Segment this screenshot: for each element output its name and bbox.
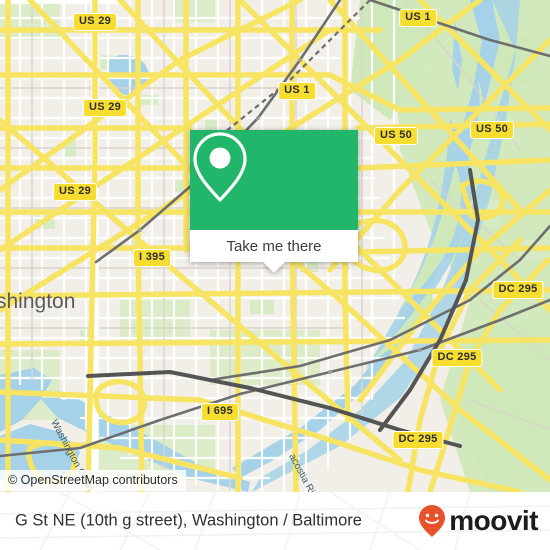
moovit-pin-smile-icon xyxy=(419,505,446,537)
map-canvas[interactable]: US 29 US 1 US 1 US 50 US 50 US 29 US 29 … xyxy=(0,0,550,492)
highway-shield: US 1 xyxy=(399,9,437,27)
osm-attribution[interactable]: © OpenStreetMap contributors xyxy=(0,470,186,491)
footer-bar: G St NE (10th g street), Washington / Ba… xyxy=(0,492,550,550)
highway-shield: US 29 xyxy=(82,99,128,117)
location-popup[interactable]: Take me there xyxy=(190,130,358,273)
highway-shield: DC 295 xyxy=(492,281,544,299)
highway-shield: I 695 xyxy=(201,403,239,421)
map-pin-icon xyxy=(193,132,247,202)
highway-shield: US 29 xyxy=(72,13,118,31)
city-label-washington: shington xyxy=(0,290,76,313)
popup-cta[interactable]: Take me there xyxy=(190,230,358,262)
location-title: G St NE (10th g street), Washington / Ba… xyxy=(15,511,362,530)
highway-shield: US 29 xyxy=(52,183,98,201)
popup-tail xyxy=(263,262,285,273)
moovit-logo[interactable]: moovit xyxy=(417,504,538,538)
moovit-wordmark: moovit xyxy=(449,505,538,536)
highway-shield: DC 295 xyxy=(431,349,483,367)
popup-cta-label: Take me there xyxy=(226,237,322,255)
highway-shield: US 50 xyxy=(469,121,515,139)
highway-shield: I 395 xyxy=(133,249,171,267)
popup-header xyxy=(190,130,358,230)
highway-shield: US 1 xyxy=(278,82,316,100)
highway-shield: US 50 xyxy=(373,127,419,145)
map-screenshot: US 29 US 1 US 1 US 50 US 50 US 29 US 29 … xyxy=(0,0,550,550)
highway-shield: DC 295 xyxy=(392,431,444,449)
